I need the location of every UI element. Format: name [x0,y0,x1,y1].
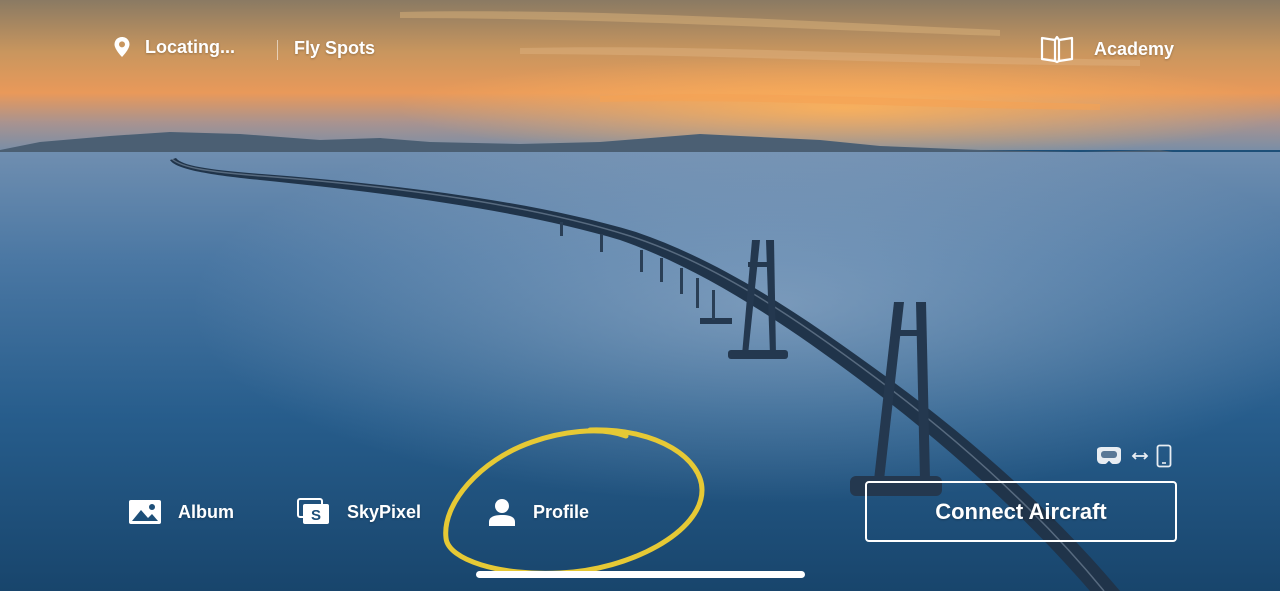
home-screen: Locating... Fly Spots Academy Album S Sk… [0,0,1280,591]
academy-label: Academy [1094,38,1175,59]
goggles-icon [1097,447,1121,464]
swap-arrows-icon [1131,452,1149,460]
svg-text:S: S [311,507,321,524]
person-icon [489,499,515,526]
connect-aircraft-label: Connect Aircraft [935,498,1107,524]
fly-spots-link[interactable]: Fly Spots [294,38,375,59]
connect-aircraft-button[interactable]: Connect Aircraft [865,481,1177,542]
image-icon [129,500,161,524]
top-bar-divider [277,40,278,60]
skypixel-icon: S [297,498,329,524]
skypixel-label: SkyPixel [347,501,422,522]
device-link-status [1094,444,1172,468]
profile-label: Profile [533,501,590,522]
top-bar: Locating... Fly Spots Academy [0,0,1280,100]
profile-button[interactable]: Profile [487,498,589,526]
location-button[interactable]: Locating... [113,36,235,58]
home-indicator[interactable] [476,571,805,578]
location-label: Locating... [145,36,235,57]
album-label: Album [178,501,234,522]
location-pin-icon [114,37,130,57]
academy-button[interactable]: Academy [1040,34,1174,64]
album-button[interactable]: Album [128,498,234,526]
skypixel-button[interactable]: S SkyPixel [297,498,421,526]
phone-icon [1156,444,1172,468]
open-book-icon [1040,35,1074,64]
